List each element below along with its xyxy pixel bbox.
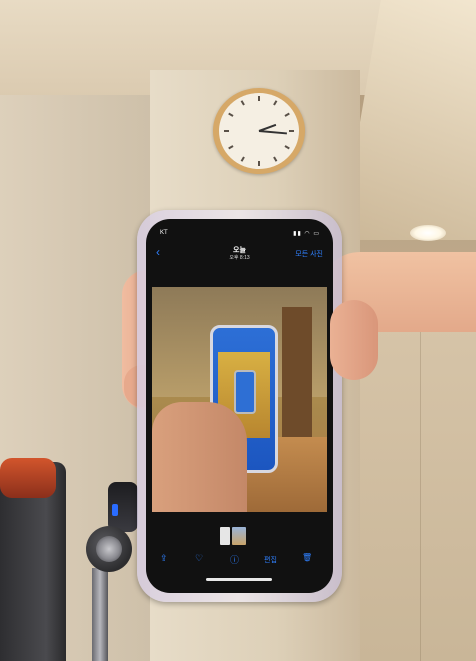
thumbnail-item[interactable]	[220, 527, 230, 545]
ceiling-light	[410, 225, 446, 241]
signal-icons: ▮▮ ◠ ▭	[293, 231, 320, 237]
share-icon[interactable]: ⇪	[160, 553, 168, 564]
carrier-label: KT	[160, 230, 168, 236]
thumbnail-item[interactable]	[232, 527, 246, 545]
home-indicator[interactable]	[206, 578, 272, 581]
clock-face	[219, 93, 299, 169]
vacuum-ring	[96, 536, 122, 562]
photo-viewer[interactable]	[152, 287, 327, 512]
photo-toolbar: ⇪ ♡ ⓘ 편집 🗑	[146, 551, 333, 571]
status-bar: KT ▮▮ ◠ ▭	[160, 230, 320, 240]
edit-button[interactable]: 편집	[264, 555, 277, 565]
heart-icon[interactable]: ♡	[195, 553, 203, 564]
all-photos-button[interactable]: 모든 사진	[295, 249, 323, 259]
right-wall-panels	[360, 320, 476, 661]
inner-phone-recursive	[234, 370, 256, 414]
phone-screen: KT ▮▮ ◠ ▭ ‹ 오늘 오후 8:13 모든 사진 ⇪ ♡ ⓘ 편집 🗑	[146, 219, 333, 593]
photo-door	[282, 307, 312, 437]
photo-hand	[152, 402, 247, 512]
vacuum-indicator	[112, 504, 118, 516]
trash-icon[interactable]: 🗑	[302, 553, 312, 562]
wall-clock	[213, 88, 305, 174]
thumbnail-strip[interactable]	[216, 527, 256, 545]
clock-minute-hand	[258, 130, 287, 134]
vacuum-pole	[92, 568, 108, 661]
info-icon[interactable]: ⓘ	[230, 553, 239, 566]
chair-cushion	[0, 458, 56, 498]
photos-nav-bar: ‹ 오늘 오후 8:13 모든 사진	[146, 243, 333, 265]
right-thumb	[330, 300, 378, 380]
